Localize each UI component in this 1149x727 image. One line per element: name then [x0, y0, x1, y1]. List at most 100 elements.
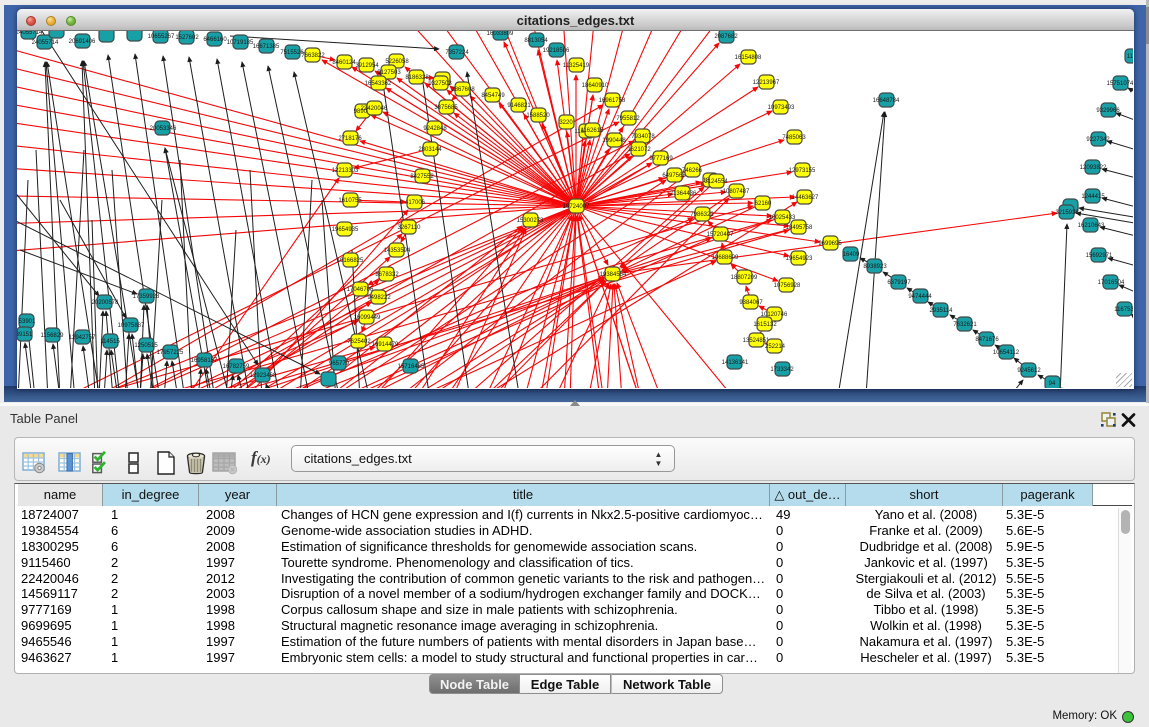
svg-text:8813054: 8813054: [524, 38, 548, 44]
svg-text:10973493: 10973493: [768, 105, 795, 111]
svg-text:417006: 417006: [405, 200, 426, 206]
svg-text:16210643: 16210643: [1078, 223, 1105, 229]
svg-text:7934078: 7934078: [631, 134, 655, 140]
svg-text:9777169: 9777169: [649, 156, 673, 162]
svg-text:39151: 39151: [17, 332, 33, 338]
svg-text:12973155: 12973155: [789, 168, 816, 174]
svg-text:9245612: 9245612: [1017, 368, 1041, 374]
svg-text:9699695: 9699695: [818, 241, 842, 247]
svg-text:3220: 3220: [559, 120, 573, 126]
svg-text:16033809: 16033809: [487, 31, 514, 37]
svg-text:2803144: 2803144: [418, 147, 442, 153]
svg-text:7955812: 7955812: [616, 116, 640, 122]
svg-text:14463627: 14463627: [792, 195, 819, 201]
svg-text:12213967: 12213967: [753, 80, 780, 86]
svg-text:16648784: 16648784: [873, 98, 900, 104]
svg-text:17046706: 17046706: [347, 287, 374, 293]
svg-text:19218506: 19218506: [543, 48, 570, 54]
svg-text:94: 94: [1049, 381, 1056, 387]
svg-text:16671385: 16671385: [253, 44, 280, 50]
svg-text:8678332: 8678332: [375, 272, 399, 278]
svg-text:3124554: 3124554: [704, 179, 728, 185]
svg-text:9329966: 9329966: [1096, 108, 1120, 114]
svg-text:7632621: 7632621: [953, 322, 977, 328]
svg-text:9242848: 9242848: [423, 126, 447, 132]
svg-text:1527602: 1527602: [175, 35, 199, 41]
svg-text:2087682: 2087682: [714, 34, 738, 40]
svg-text:3875685: 3875685: [434, 105, 458, 111]
svg-text:7485063: 7485063: [782, 135, 806, 141]
svg-text:18724007: 18724007: [563, 204, 590, 210]
svg-text:24055714: 24055714: [32, 40, 59, 46]
svg-text:2867608: 2867608: [451, 87, 475, 93]
svg-text:16914479: 16914479: [372, 342, 399, 348]
svg-text:17359928: 17359928: [133, 294, 160, 300]
svg-text:2718176: 2718176: [338, 136, 362, 142]
svg-text:15716485: 15716485: [398, 364, 425, 370]
svg-text:965779: 965779: [329, 361, 350, 367]
svg-text:252214: 252214: [765, 344, 786, 350]
svg-text:16409: 16409: [843, 252, 860, 258]
svg-text:18807209: 18807209: [731, 275, 758, 281]
svg-text:1244415: 1244415: [1081, 194, 1105, 200]
svg-text:1615132: 1615132: [753, 322, 777, 328]
svg-text:3215938: 3215938: [1055, 210, 1079, 216]
svg-text:8186328: 8186328: [405, 75, 429, 81]
svg-text:7625402: 7625402: [347, 339, 371, 345]
svg-text:19654935: 19654935: [332, 227, 359, 233]
svg-text:7357224: 7357224: [445, 50, 469, 56]
svg-text:18640910: 18640910: [582, 83, 609, 89]
svg-text:19166825: 19166825: [337, 258, 364, 264]
svg-text:6379197: 6379197: [887, 280, 911, 286]
svg-text:10807487: 10807487: [723, 189, 750, 195]
svg-text:8454749: 8454749: [481, 93, 505, 99]
svg-text:15751074: 15751074: [1107, 81, 1133, 87]
svg-text:53901: 53901: [19, 319, 36, 325]
svg-text:8471676: 8471676: [975, 337, 999, 343]
svg-text:10975887: 10975887: [118, 323, 145, 329]
svg-text:16154808: 16154808: [735, 55, 762, 61]
svg-text:9498222: 9498222: [367, 295, 391, 301]
svg-text:2935114: 2935114: [930, 308, 954, 314]
svg-text:1621072: 1621072: [627, 147, 651, 153]
svg-text:9474444: 9474444: [908, 294, 932, 300]
svg-text:16099449: 16099449: [354, 315, 381, 321]
svg-text:1117: 1117: [1127, 54, 1133, 60]
svg-text:12923468: 12923468: [250, 373, 277, 379]
svg-text:3912954: 3912954: [355, 63, 379, 69]
svg-text:8938923: 8938923: [863, 264, 887, 270]
svg-text:746266: 746266: [682, 168, 703, 174]
svg-text:5226058: 5226058: [385, 59, 409, 65]
svg-text:7986322: 7986322: [690, 212, 714, 218]
svg-text:20691406: 20691406: [69, 39, 96, 45]
svg-text:1990448: 1990448: [602, 138, 626, 144]
svg-text:9227342: 9227342: [1086, 137, 1110, 143]
svg-text:16782759: 16782759: [223, 364, 250, 370]
svg-text:3267110: 3267110: [398, 225, 422, 231]
svg-text:10025433: 10025433: [769, 215, 796, 221]
svg-text:10719185: 10719185: [227, 40, 254, 46]
svg-text:14136141: 14136141: [722, 360, 749, 366]
svg-text:114515: 114515: [100, 339, 120, 345]
svg-text:12213303: 12213303: [332, 168, 359, 174]
svg-text:10756928: 10756928: [774, 283, 801, 289]
svg-text:14353594: 14353594: [384, 248, 411, 254]
svg-text:21364436: 21364436: [670, 191, 697, 197]
svg-text:16543362: 16543362: [365, 81, 392, 87]
svg-text:1162615: 1162615: [581, 128, 605, 134]
svg-text:8460124: 8460124: [332, 60, 356, 66]
svg-text:17957225: 17957225: [157, 350, 184, 356]
svg-text:9384067: 9384067: [739, 300, 763, 306]
svg-text:20053346: 20053346: [150, 126, 177, 132]
svg-text:20200578: 20200578: [92, 300, 119, 306]
svg-text:1250515: 1250515: [134, 343, 158, 349]
svg-text:9127503: 9127503: [377, 70, 401, 76]
svg-text:6466160: 6466160: [203, 37, 227, 43]
svg-text:1733342: 1733342: [770, 367, 794, 373]
svg-text:17016504: 17016504: [1098, 280, 1125, 286]
svg-text:15300273: 15300273: [517, 218, 544, 224]
svg-text:11325419: 11325419: [563, 63, 590, 69]
svg-text:19384554: 19384554: [600, 272, 627, 278]
svg-text:7663822: 7663822: [301, 53, 325, 59]
svg-text:9327503: 9327503: [428, 81, 452, 87]
